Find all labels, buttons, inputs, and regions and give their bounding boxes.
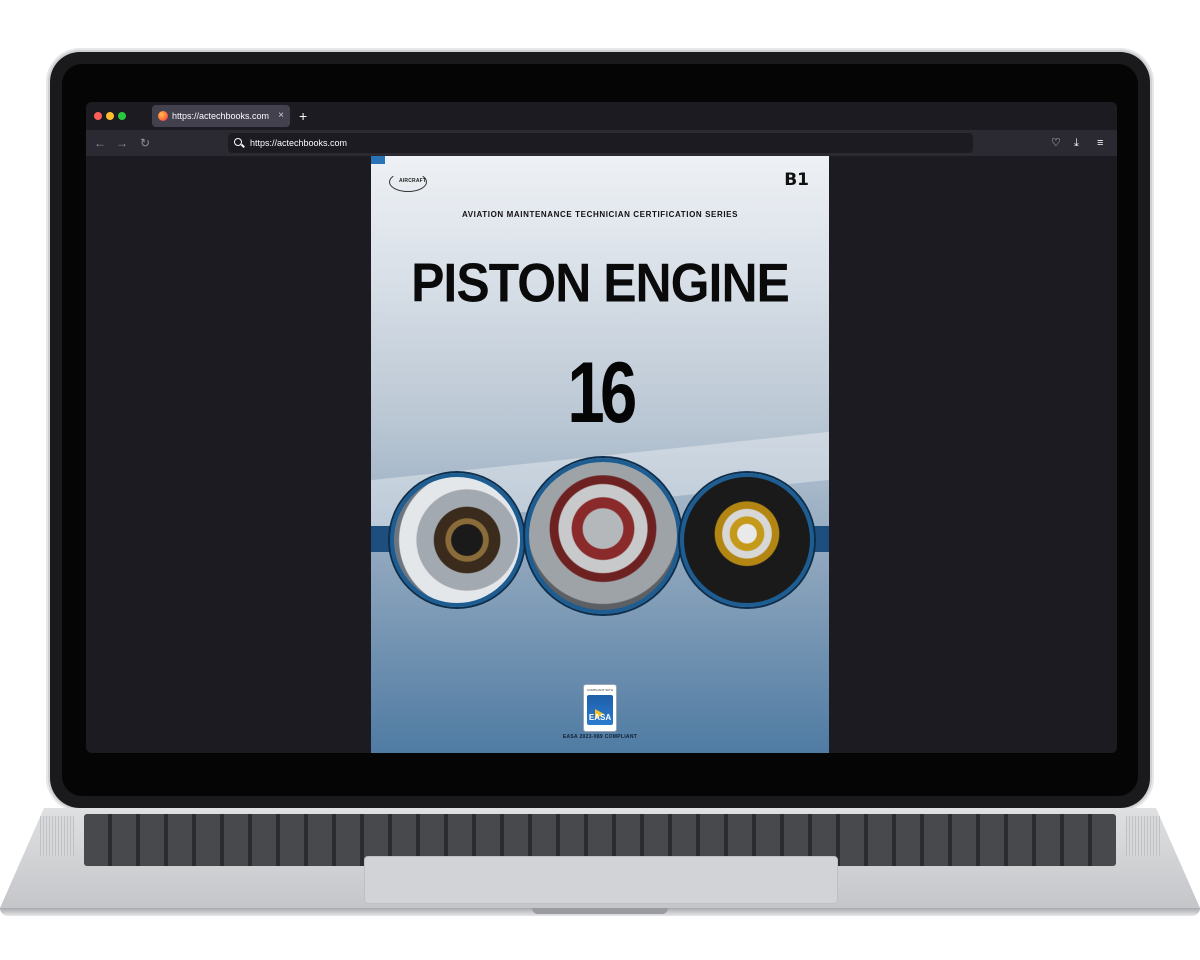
forward-arrow-icon[interactable]: → [116,134,128,152]
certification-level: B1 [784,170,809,190]
new-tab-button[interactable]: + [299,105,307,127]
window-minimize-button[interactable] [106,112,114,120]
book-title: PISTON ENGINE [411,252,790,314]
back-arrow-icon[interactable]: ← [94,134,106,152]
window-zoom-button[interactable] [118,112,126,120]
browser-tab[interactable]: https://actechbooks.com × [152,105,290,127]
tab-title: https://actechbooks.com [172,111,270,121]
right-speaker-grille [1126,816,1160,856]
tab-bar: https://actechbooks.com × + [86,102,1117,130]
browser-window: https://actechbooks.com × + ← → ↻ https:… [86,102,1117,753]
pistons-photo [680,473,814,607]
publisher-logo-text: AIRCRAFT [399,178,427,184]
address-bar-url: https://actechbooks.com [250,138,348,148]
laptop-opening-notch [532,908,668,914]
module-number: 16 [567,345,637,441]
menu-icon[interactable]: ≡ [1097,134,1103,152]
pocket-icon[interactable]: ♡ [1051,134,1061,152]
compliance-text: EASA 2023-989 COMPLIANT [562,734,638,740]
laptop-keyboard-deck [0,808,1200,908]
trackpad [364,856,838,904]
book-cover[interactable]: AIRCRAFT B1 AVIATION MAINTENANCE TECHNIC… [371,156,829,753]
easa-badge: COMPLIANT WITH EASA [583,684,617,732]
series-title: AVIATION MAINTENANCE TECHNICIAN CERTIFIC… [461,210,739,219]
window-close-button[interactable] [94,112,102,120]
left-speaker-grille [40,816,74,856]
radial-engine-photo [390,473,524,607]
search-icon [234,138,242,146]
badge-word: EASA [588,713,612,722]
reload-icon[interactable]: ↻ [140,134,150,152]
tab-close-icon[interactable]: × [278,105,284,127]
address-bar[interactable]: https://actechbooks.com [228,133,973,153]
firefox-icon [158,111,168,121]
engine-cutaway-photo [525,458,681,614]
badge-tag: COMPLIANT WITH [587,688,613,692]
download-icon[interactable]: ⤓ [1074,134,1079,152]
cover-corner-strip [371,156,385,164]
navigation-toolbar: ← → ↻ https://actechbooks.com ♡ ⤓ ≡ [86,130,1117,156]
publisher-logo: AIRCRAFT [389,170,429,194]
page-content: AIRCRAFT B1 AVIATION MAINTENANCE TECHNIC… [86,156,1117,753]
